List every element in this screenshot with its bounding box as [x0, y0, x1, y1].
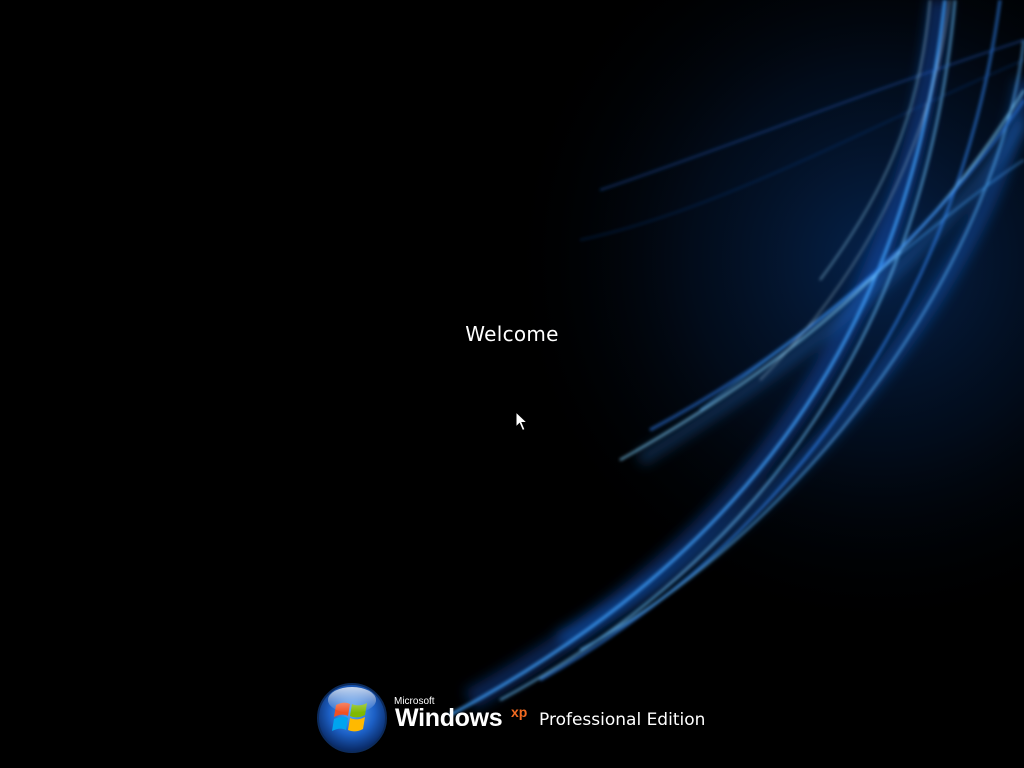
- windows-wordmark: Windows: [395, 704, 503, 732]
- windows-flag-icon: [317, 683, 387, 753]
- windows-xp-branding: Microsoft Windows xp Professional Editio…: [314, 680, 714, 754]
- xp-superscript: xp: [511, 704, 528, 720]
- wallpaper-light-streaks: [0, 0, 1024, 768]
- welcome-screen: Welcome Microsoft Windows xp Professiona…: [0, 0, 1024, 768]
- arrow-cursor-icon: [515, 411, 529, 432]
- edition-label: Professional Edition: [539, 710, 706, 730]
- welcome-message: Welcome: [465, 322, 559, 346]
